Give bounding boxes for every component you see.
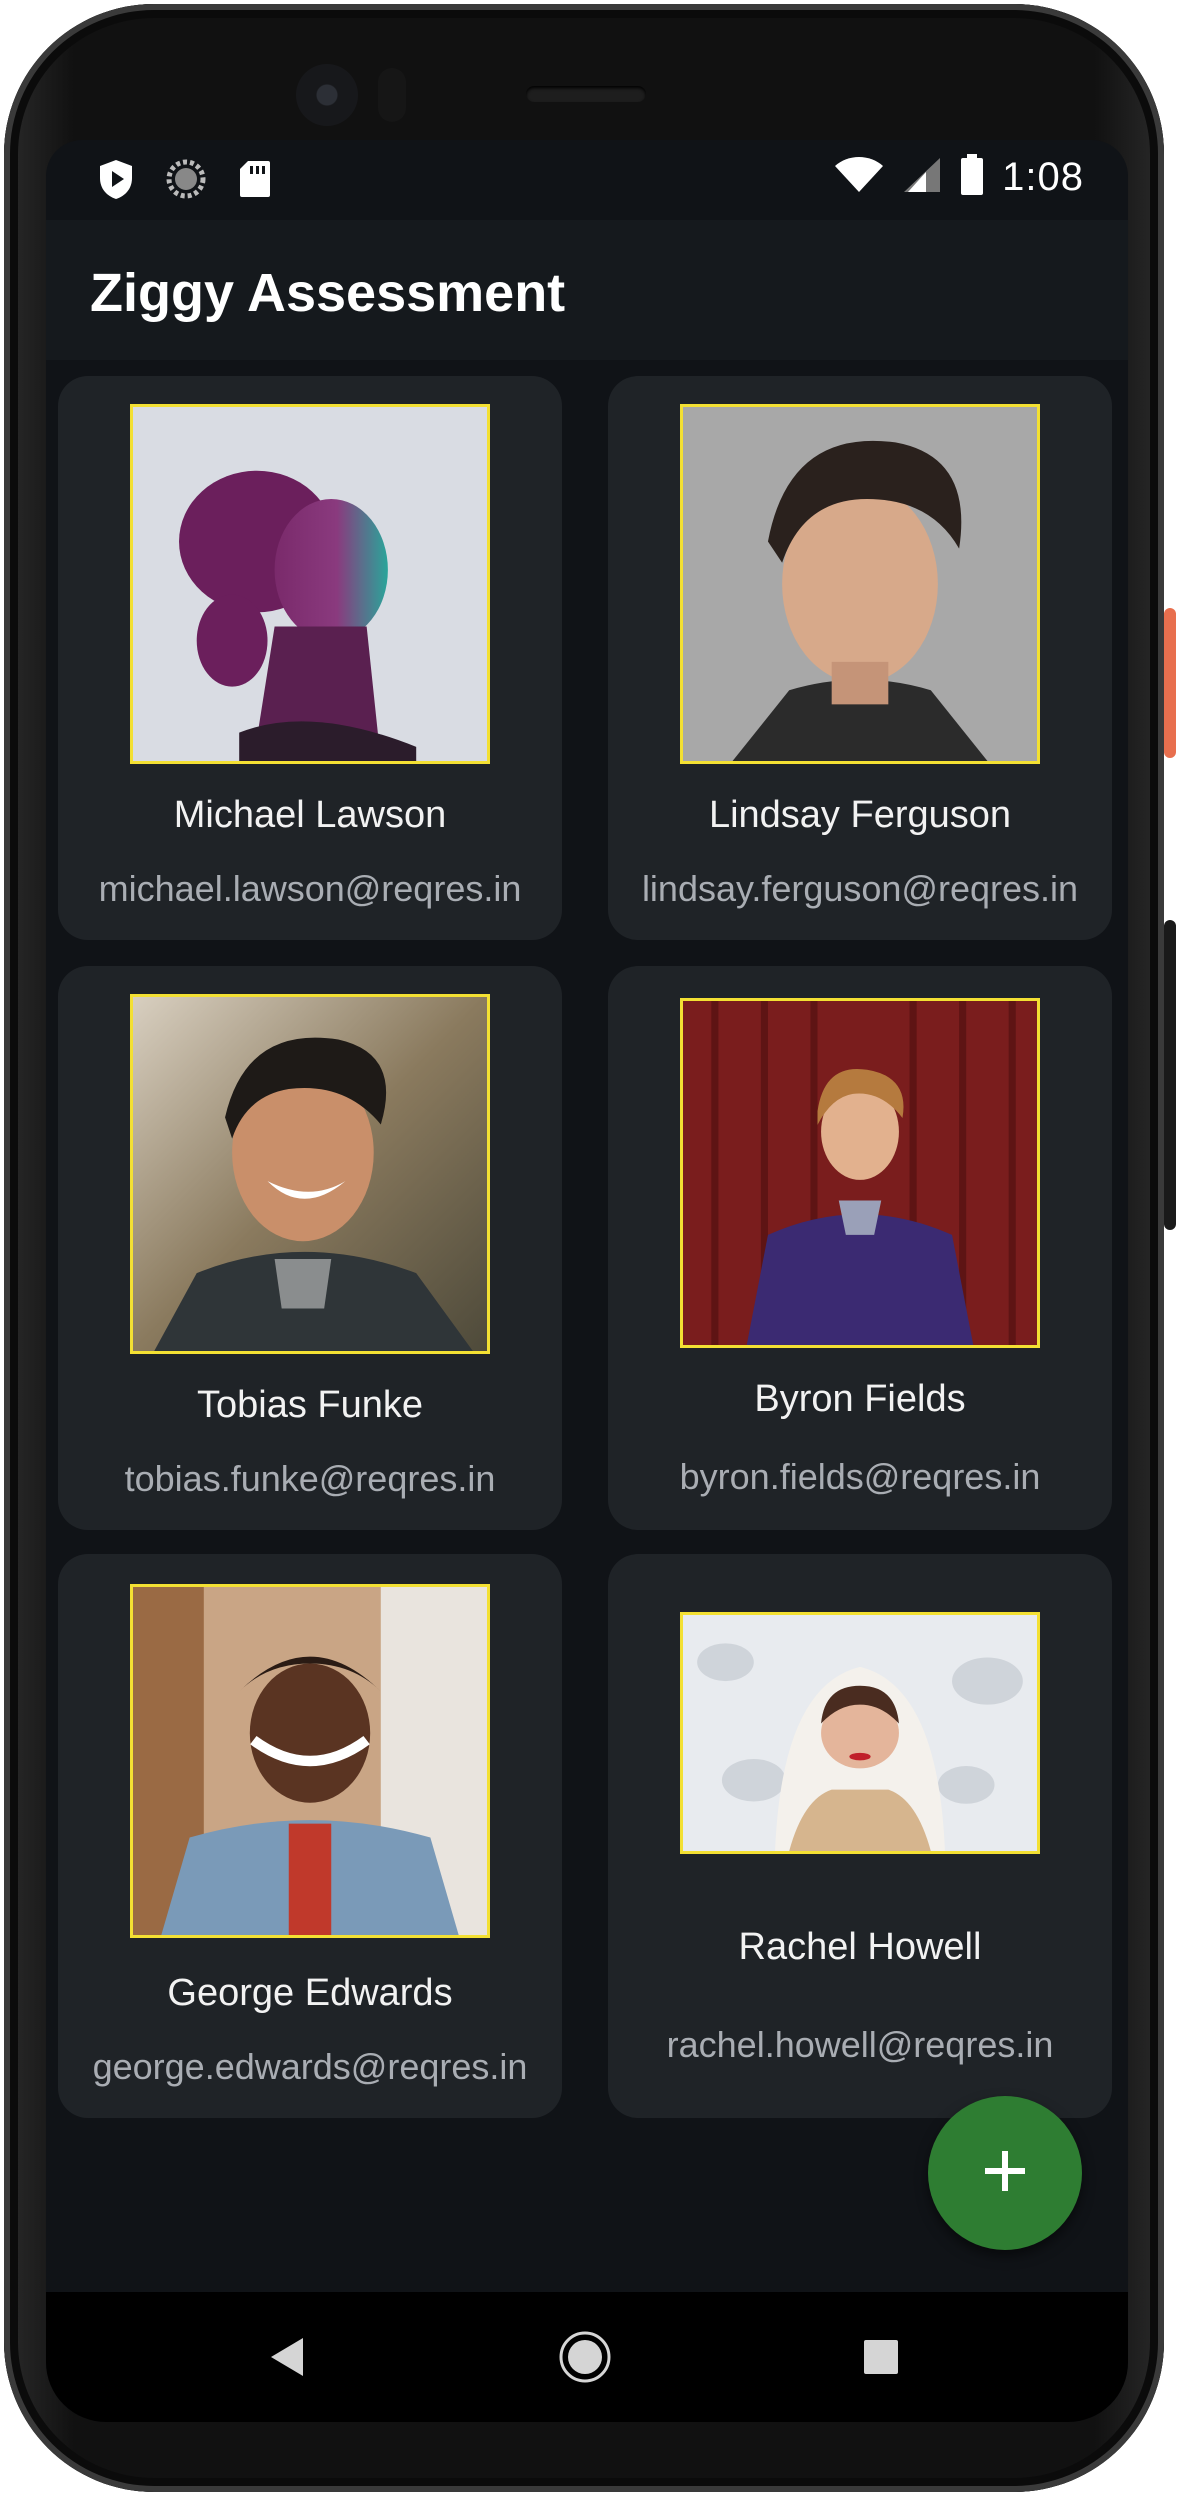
user-name: Byron Fields xyxy=(754,1378,966,1420)
proximity-sensor xyxy=(378,68,406,122)
recents-icon xyxy=(862,2338,900,2381)
add-user-button[interactable] xyxy=(928,2096,1082,2250)
power-button xyxy=(1164,608,1176,758)
user-avatar xyxy=(130,404,490,764)
back-button[interactable] xyxy=(252,2324,322,2394)
user-card[interactable]: Rachel Howell rachel.howell@reqres.in xyxy=(608,1554,1112,2118)
screen: 1:08 Ziggy Assessment Michael Lawson mic… xyxy=(46,140,1128,2422)
user-avatar xyxy=(680,998,1040,1348)
front-camera xyxy=(296,64,358,126)
navigation-bar xyxy=(46,2292,1128,2422)
recents-button[interactable] xyxy=(846,2324,916,2394)
wifi-icon xyxy=(834,156,884,199)
sd-card-icon xyxy=(238,159,272,204)
page-title: Ziggy Assessment xyxy=(90,263,566,323)
user-email: byron.fields@reqres.in xyxy=(679,1456,1041,1497)
status-bar: 1:08 xyxy=(46,140,1128,220)
sync-icon xyxy=(166,159,206,204)
user-card[interactable]: Lindsay Ferguson lindsay.ferguson@reqres… xyxy=(608,376,1112,940)
plus-icon xyxy=(981,2147,1029,2200)
user-avatar xyxy=(130,1584,490,1938)
user-card[interactable]: Byron Fields byron.fields@reqres.in xyxy=(608,966,1112,1530)
user-avatar xyxy=(680,404,1040,764)
user-card[interactable]: Tobias Funke tobias.funke@reqres.in xyxy=(58,966,562,1530)
home-button[interactable] xyxy=(550,2324,620,2394)
user-avatar xyxy=(680,1612,1040,1854)
user-card[interactable]: George Edwards george.edwards@reqres.in xyxy=(58,1554,562,2118)
user-email: tobias.funke@reqres.in xyxy=(124,1458,496,1499)
user-name: Rachel Howell xyxy=(738,1926,982,1968)
app-bar: Ziggy Assessment xyxy=(46,220,1128,360)
user-name: Michael Lawson xyxy=(173,794,447,836)
back-icon xyxy=(267,2336,307,2383)
volume-button xyxy=(1164,920,1176,1230)
user-name: George Edwards xyxy=(167,1972,453,2014)
user-email: george.edwards@reqres.in xyxy=(92,2046,528,2087)
earpiece-speaker xyxy=(526,86,646,102)
user-email: rachel.howell@reqres.in xyxy=(666,2024,1054,2065)
user-email: lindsay.ferguson@reqres.in xyxy=(641,868,1079,909)
play-protect-icon xyxy=(98,158,134,205)
user-name: Tobias Funke xyxy=(196,1384,423,1426)
cellular-signal-icon xyxy=(902,156,942,199)
user-email: michael.lawson@reqres.in xyxy=(98,868,522,909)
user-avatar xyxy=(130,994,490,1354)
home-icon xyxy=(558,2330,612,2389)
status-time: 1:08 xyxy=(1002,155,1084,199)
user-name: Lindsay Ferguson xyxy=(708,794,1012,836)
user-card[interactable]: Michael Lawson michael.lawson@reqres.in xyxy=(58,376,562,940)
battery-icon xyxy=(960,154,984,201)
